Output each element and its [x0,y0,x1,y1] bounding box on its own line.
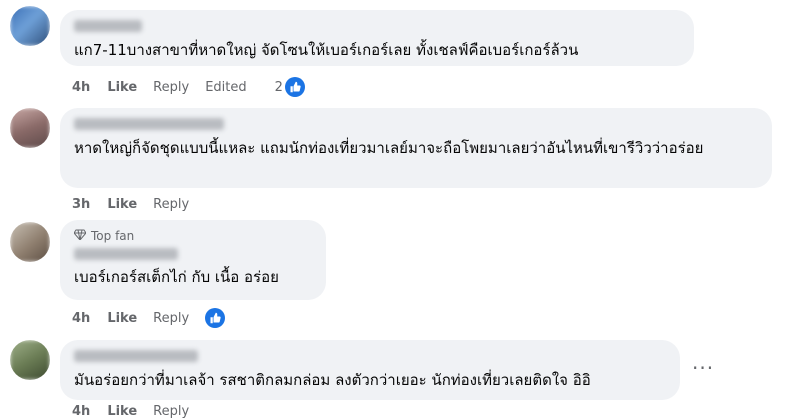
comment-text: หาดใหญ่ก็จัดชุดแบบนี้แหละ แถมนักท่องเที่… [74,139,704,157]
reply-button[interactable]: Reply [153,197,189,212]
comment-text: มันอร่อยกว่าที่มาเลจ้า รสชาติกลมกล่อม ลง… [74,371,591,389]
reply-button[interactable]: Reply [153,404,189,419]
reaction-count[interactable]: 2 [275,77,305,97]
reply-button[interactable]: Reply [153,311,189,326]
more-options-icon[interactable]: ··· [692,356,714,380]
top-fan-badge: Top fan [73,228,312,244]
reply-button[interactable]: Reply [153,80,189,95]
comment-actions: 4h Like Reply [72,402,205,420]
thumbs-up-icon[interactable] [205,308,226,328]
reaction-count-number: 2 [274,79,283,95]
like-button[interactable]: Like [107,311,137,326]
like-button[interactable]: Like [107,404,137,419]
comment-time[interactable]: 4h [72,404,90,419]
commenter-name[interactable] [74,118,224,130]
avatar[interactable] [10,108,50,148]
commenter-name[interactable] [74,20,142,32]
comment-time[interactable]: 4h [72,311,90,326]
comment-bubble: มันอร่อยกว่าที่มาเลจ้า รสชาติกลมกล่อม ลง… [60,340,680,400]
comment-bubble: Top fan เบอร์เกอร์สเต็กไก่ กับ เนื้อ อร่… [60,220,326,300]
commenter-name[interactable] [74,350,198,362]
avatar[interactable] [10,340,50,380]
edited-label[interactable]: Edited [205,80,246,95]
commenter-name[interactable] [74,248,178,260]
comment-bubble: แก7-11บางสาขาที่หาดใหญ่ จัดโซนให้เบอร์เก… [60,10,694,66]
comment-actions: 4h Like Reply [72,308,226,328]
like-button[interactable]: Like [107,197,137,212]
like-button[interactable]: Like [107,80,137,95]
avatar[interactable] [10,6,50,46]
comment-text: แก7-11บางสาขาที่หาดใหญ่ จัดโซนให้เบอร์เก… [74,41,579,59]
avatar[interactable] [10,222,50,262]
diamond-icon [73,229,87,243]
comment-actions: 3h Like Reply [72,195,205,213]
comment-actions: 4h Like Reply Edited 2 [72,77,305,97]
comment-time[interactable]: 4h [72,80,90,95]
thumbs-up-icon [284,77,305,97]
comment-text: เบอร์เกอร์สเต็กไก่ กับ เนื้อ อร่อย [74,268,279,286]
comment-time[interactable]: 3h [72,197,90,212]
top-fan-label: Top fan [91,229,135,243]
comment-bubble: หาดใหญ่ก็จัดชุดแบบนี้แหละ แถมนักท่องเที่… [60,108,772,188]
